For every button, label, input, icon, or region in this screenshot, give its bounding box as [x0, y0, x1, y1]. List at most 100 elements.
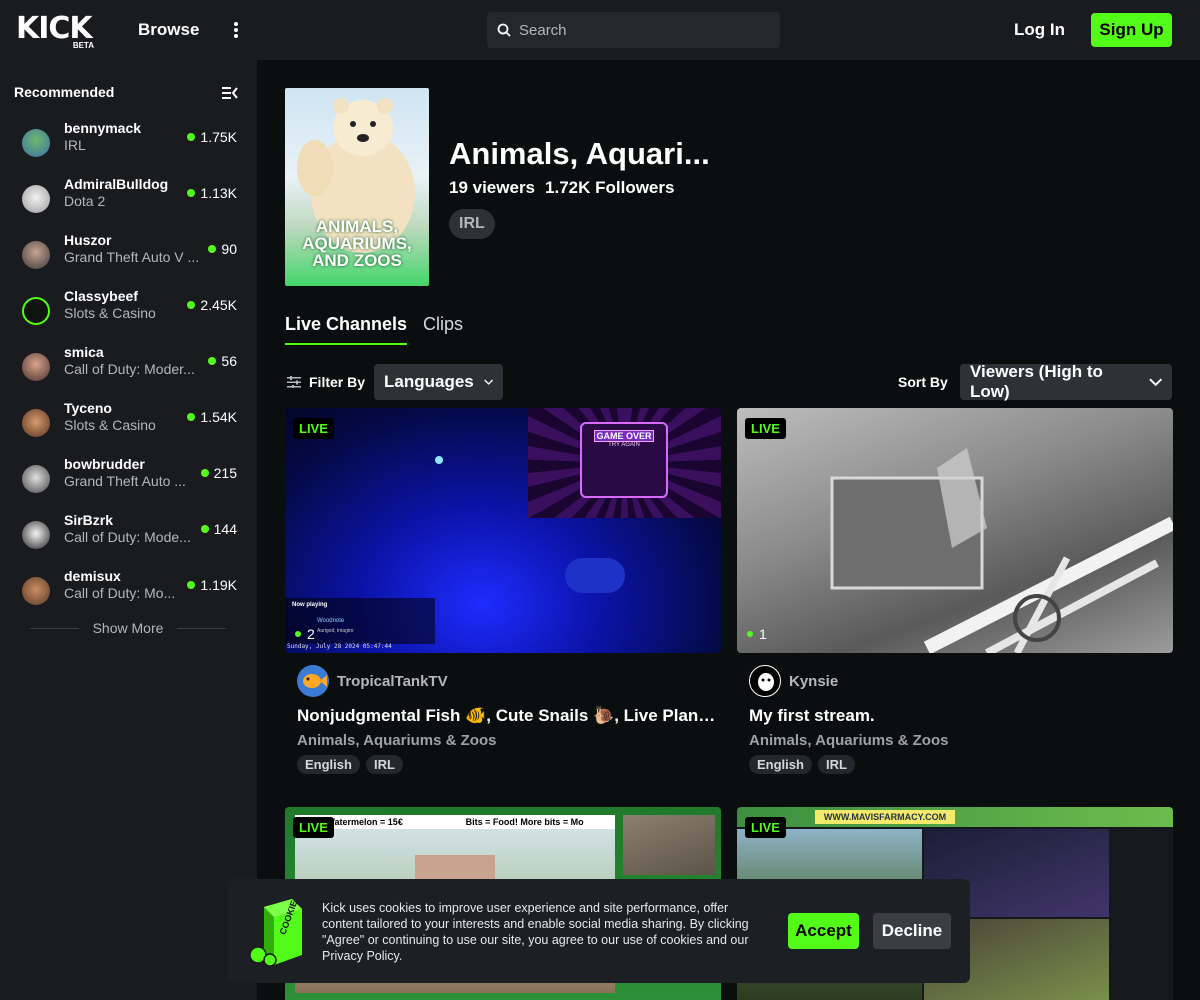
more-menu-icon[interactable]: [228, 20, 244, 40]
sidebar-channel-admiralbulldog[interactable]: AdmiralBulldog Dota 2 1.13K: [0, 174, 257, 230]
category-tag[interactable]: IRL: [449, 209, 495, 239]
arcade-screen: GAME OVER TRY AGAIN: [580, 422, 668, 498]
channel-category: Call of Duty: Moder...: [64, 361, 195, 377]
live-dot-icon: [208, 357, 217, 365]
stream-tags: English IRL: [297, 755, 403, 774]
decline-cookies-button[interactable]: Decline: [873, 913, 951, 949]
avatar: [22, 353, 50, 381]
category-stats: 19 viewers 1.72K Followers: [449, 178, 674, 198]
live-dot-icon: [187, 413, 196, 421]
channel-avatar[interactable]: [297, 665, 329, 697]
cookie-message: Kick uses cookies to improve user experi…: [322, 901, 749, 963]
accept-cookies-button[interactable]: Accept: [788, 913, 859, 949]
stream-card[interactable]: GAME OVER TRY AGAIN Now playing Woodnote…: [285, 408, 721, 778]
sort-dropdown[interactable]: Viewers (High to Low): [960, 362, 1172, 401]
search-bar[interactable]: [487, 12, 780, 48]
sidebar-channel-demisux[interactable]: demisux Call of Duty: Mo... 1.19K: [0, 566, 257, 622]
tab-clips[interactable]: Clips: [423, 314, 463, 345]
viewer-count-value: 1.19K: [200, 577, 237, 593]
stream-category[interactable]: Animals, Aquariums & Zoos: [297, 732, 496, 749]
live-dot-icon: [200, 525, 209, 533]
channel-name: bowbrudder: [64, 456, 145, 472]
stream-title[interactable]: Nonjudgmental Fish 🐠, Cute Snails 🐌, Liv…: [297, 706, 717, 726]
channel-category: Grand Theft Auto V ...: [64, 249, 200, 265]
tag-irl[interactable]: IRL: [365, 755, 403, 774]
collapse-sidebar-icon[interactable]: [222, 86, 238, 100]
try-again-text: TRY AGAIN: [608, 442, 640, 448]
filter-by-label: Filter By: [287, 374, 365, 390]
sort-value: Viewers (High to Low): [970, 362, 1103, 401]
cover-text: ANIMALS, AQUARIUMS, AND ZOOS: [285, 218, 429, 269]
channel-name[interactable]: TropicalTankTV: [337, 673, 448, 690]
stream-category[interactable]: Animals, Aquariums & Zoos: [749, 732, 948, 749]
tag-english[interactable]: English: [297, 755, 360, 774]
side-camera: [623, 815, 715, 875]
stream-thumbnail[interactable]: LIVE 1: [737, 408, 1173, 653]
avatar: [22, 129, 50, 157]
search-icon: [497, 23, 511, 37]
sidebar-title: Recommended: [14, 84, 115, 100]
stream-thumbnail[interactable]: GAME OVER TRY AGAIN Now playing Woodnote…: [285, 408, 721, 653]
signup-button[interactable]: Sign Up: [1091, 13, 1172, 47]
viewer-count: 1.54K: [187, 409, 237, 425]
tag-irl[interactable]: IRL: [817, 755, 855, 774]
cover-line: AND ZOOS: [312, 251, 402, 270]
sidebar-channel-smica[interactable]: smica Call of Duty: Moder... 56: [0, 342, 257, 398]
channel-avatar[interactable]: [749, 665, 781, 697]
filter-sliders-icon: [287, 376, 301, 388]
cookie-box-icon: COOKIE: [249, 899, 302, 967]
sidebar-channel-sirbzrk[interactable]: SirBzrk Call of Duty: Mode... 144: [0, 510, 257, 566]
viewer-count: 90: [208, 241, 237, 257]
languages-dropdown[interactable]: Languages: [374, 364, 503, 400]
viewer-count-value: 2.45K: [200, 297, 237, 313]
channel-category: Call of Duty: Mode...: [64, 529, 191, 545]
category-followers: 1.72K Followers: [545, 178, 675, 197]
channel-name[interactable]: Kynsie: [789, 673, 838, 690]
sidebar-channel-huszor[interactable]: Huszor Grand Theft Auto V ... 90: [0, 230, 257, 286]
channel-category: Dota 2: [64, 193, 106, 209]
sidebar-channel-bowbrudder[interactable]: bowbrudder Grand Theft Auto ... 215: [0, 454, 257, 510]
channel-category: Slots & Casino: [64, 417, 156, 433]
search-input[interactable]: [519, 21, 759, 39]
stream-card[interactable]: LIVE 1 Kynsie My first stream. Animals, …: [737, 408, 1173, 778]
viewer-count: 2.45K: [187, 297, 237, 313]
kick-logo[interactable]: KICK BETA: [16, 14, 96, 52]
viewer-count-value: 1.75K: [200, 129, 237, 145]
channel-name: SirBzrk: [64, 512, 114, 528]
stream-tags: English IRL: [749, 755, 855, 774]
viewer-count-value: 1.54K: [200, 409, 237, 425]
live-dot-icon: [200, 469, 209, 477]
game-over-text: GAME OVER: [594, 430, 654, 442]
live-dot-icon: [187, 189, 196, 197]
show-more-button[interactable]: Show More: [30, 620, 226, 636]
content-tabs: Live Channels Clips: [285, 314, 463, 345]
stream-timestamp: Sunday, July 28 2024 05:47:44: [287, 643, 392, 650]
tab-live-channels[interactable]: Live Channels: [285, 314, 408, 345]
tag-english[interactable]: English: [749, 755, 812, 774]
banner-text: Watermelon = 15€: [326, 817, 403, 827]
channel-name: Classybeef: [64, 288, 138, 304]
viewer-count-value: 215: [213, 465, 237, 481]
avatar: [22, 577, 50, 605]
login-button[interactable]: Log In: [1014, 20, 1065, 40]
banner-text: WWW.MAVISFARMACY.COM: [815, 810, 955, 824]
channel-name: smica: [64, 344, 104, 360]
divider: [177, 627, 226, 629]
sidebar-channel-bennymack[interactable]: bennymack IRL 1.75K: [0, 118, 257, 174]
channel-category: Slots & Casino: [64, 305, 156, 321]
viewer-count: 2: [295, 626, 315, 642]
banner: Watermelon = 15€ Bits = Food! More bits …: [295, 815, 615, 829]
stream-title[interactable]: My first stream.: [749, 706, 1169, 726]
banner-text-2: Bits = Food! More bits = Mo: [465, 817, 584, 827]
channel-name: AdmiralBulldog: [64, 176, 169, 192]
channel-category: IRL: [64, 137, 86, 153]
song-artist: Aurigod, imagiro: [317, 628, 354, 634]
live-dot-icon: [187, 301, 196, 309]
browse-link[interactable]: Browse: [138, 20, 199, 40]
viewer-count-value: 56: [221, 353, 237, 369]
chevron-down-icon: [483, 379, 493, 385]
sidebar-channel-tyceno[interactable]: Tyceno Slots & Casino 1.54K: [0, 398, 257, 454]
avatar: [22, 409, 50, 437]
sidebar-channel-classybeef[interactable]: Classybeef Slots & Casino 2.45K: [0, 286, 257, 342]
light: [435, 456, 443, 464]
